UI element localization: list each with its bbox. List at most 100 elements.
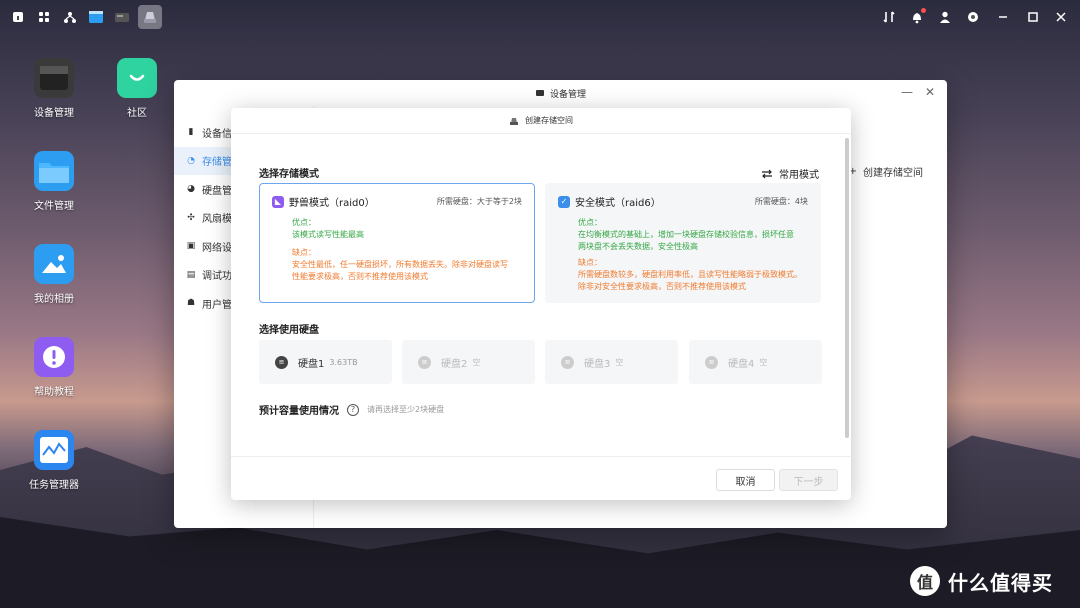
- desktop-item-help[interactable]: 帮助教程: [14, 337, 94, 398]
- device-manager-icon: [34, 58, 74, 98]
- storage-icon: ◔: [187, 155, 195, 166]
- estimate-hint: 请再选择至少2块硬盘: [367, 405, 445, 414]
- disk-capacity: 空: [472, 357, 481, 367]
- watermark-text: 什么值得买: [948, 570, 1053, 595]
- file-window-icon[interactable]: [86, 7, 106, 27]
- modal-body: 选择存储模式 常用模式 ◣ 野兽模式（raid0） 所需硬盘：大于等于2块 优点…: [259, 134, 823, 456]
- folder-icon: [34, 151, 74, 191]
- desktop-item-label: 设备管理: [34, 108, 74, 119]
- disk-option-4[interactable]: ≡ 硬盘4 空: [689, 340, 822, 384]
- window-title: 设备管理: [549, 89, 586, 100]
- disk-capacity: 空: [759, 357, 768, 367]
- task-manager-icon: [34, 430, 74, 470]
- watermark-logo: 值: [910, 566, 940, 596]
- disk-option-1[interactable]: ≡ 硬盘1 3.63TB: [259, 340, 392, 384]
- window-titlebar: 设备管理 — ✕: [174, 80, 947, 106]
- window-close-icon[interactable]: ✕: [925, 85, 935, 99]
- desktop-item-label: 帮助教程: [34, 387, 74, 398]
- cons-title: 缺点：: [292, 248, 316, 257]
- transfer-icon[interactable]: [878, 6, 900, 28]
- desktop-item-label: 任务管理器: [29, 480, 79, 491]
- common-mode-label: 常用模式: [779, 170, 819, 181]
- close-icon[interactable]: [1050, 6, 1072, 28]
- window-minimize-icon[interactable]: —: [901, 85, 913, 99]
- minimize-icon[interactable]: [990, 6, 1016, 28]
- mode-requirement: 所需硬盘：大于等于2块: [436, 197, 522, 206]
- mode-card-raid6[interactable]: ✓ 安全模式（raid6） 所需硬盘：4块 优点： 在均衡模式的基础上，增加一块…: [545, 183, 821, 303]
- sidebar-item-label: 用户管: [202, 299, 232, 311]
- disk-name: 硬盘3: [584, 358, 611, 370]
- desktop-item-label: 我的相册: [34, 294, 74, 305]
- info-icon: ▮: [188, 127, 194, 138]
- taskbar-right: [878, 6, 1072, 28]
- desktop-item-label: 社区: [127, 108, 147, 119]
- disk-option-3[interactable]: ≡ 硬盘3 空: [545, 340, 678, 384]
- next-step-button[interactable]: 下一步: [779, 469, 838, 491]
- pros-title: 优点：: [578, 218, 602, 227]
- estimate-title: 预计容量使用情况: [259, 406, 339, 417]
- mode-name-text: 安全模式（raid6）: [575, 198, 661, 209]
- disk-icon: ≡: [561, 355, 574, 369]
- cons-line: 所需硬盘数较多，硬盘利用率低，且读写性能略弱于极致模式。: [578, 270, 802, 279]
- notification-icon[interactable]: [906, 6, 928, 28]
- sidebar-item-label: 网络设: [202, 242, 232, 254]
- device-icon[interactable]: [112, 7, 132, 27]
- taskbar: [0, 0, 1080, 33]
- taskbar-left: [8, 4, 162, 29]
- common-mode-toggle[interactable]: 常用模式: [761, 166, 819, 181]
- apps-grid-icon[interactable]: [34, 7, 54, 27]
- desktop-item-device-manager[interactable]: 设备管理: [14, 58, 94, 119]
- cancel-button[interactable]: 取消: [716, 469, 775, 491]
- pros-line: 在均衡模式的基础上，增加一块硬盘存储校验信息，损坏任意: [578, 230, 794, 239]
- section-title-mode: 选择存储模式: [259, 169, 319, 180]
- disk-name: 硬盘1: [298, 358, 325, 370]
- network-icon[interactable]: [60, 7, 80, 27]
- disk-capacity: 空: [615, 357, 624, 367]
- beast-mode-icon: ◣: [272, 195, 284, 208]
- desktop-item-photo-album[interactable]: 我的相册: [14, 244, 94, 305]
- sidebar-item-label: 存储管: [202, 157, 232, 169]
- window-controls: — ✕: [901, 85, 935, 99]
- create-storage-modal: 创建存储空间 选择存储模式 常用模式 ◣ 野兽模式（raid0） 所需硬盘：大于…: [231, 108, 851, 500]
- user-icon[interactable]: [934, 6, 956, 28]
- cons-title: 缺点：: [578, 258, 602, 267]
- storage-app-icon: [510, 117, 518, 125]
- disk-capacity: 3.63TB: [329, 357, 358, 367]
- home-icon[interactable]: [8, 7, 28, 27]
- fan-icon: ✣: [187, 212, 195, 223]
- disk-icon: ◕: [187, 184, 195, 195]
- disk-option-2[interactable]: ≡ 硬盘2 空: [402, 340, 535, 384]
- help-icon: [34, 337, 74, 377]
- mode-name: ✓ 安全模式（raid6）: [558, 194, 661, 209]
- pros-line: 该模式读写性能最高: [292, 230, 364, 239]
- modal-scrollbar[interactable]: [845, 138, 849, 438]
- sidebar-item-label: 风扇模: [202, 214, 232, 226]
- modal-titlebar: 创建存储空间: [231, 108, 851, 134]
- storage-app-icon[interactable]: [138, 4, 162, 29]
- cons-line: 安全性最低，任一硬盘损坏，所有数据丢失。除非对硬盘读写: [292, 260, 508, 269]
- notification-badge: [921, 7, 926, 13]
- mode-name-text: 野兽模式（raid0）: [289, 198, 375, 209]
- mode-card-raid0[interactable]: ◣ 野兽模式（raid0） 所需硬盘：大于等于2块 优点： 该模式读写性能最高 …: [259, 183, 535, 303]
- swap-icon: [762, 169, 772, 178]
- settings-icon[interactable]: [962, 6, 984, 28]
- desktop-item-file-manager[interactable]: 文件管理: [14, 151, 94, 212]
- mode-card-header: ✓ 安全模式（raid6） 所需硬盘：4块: [558, 194, 808, 209]
- desktop-item-task-manager[interactable]: 任务管理器: [14, 430, 94, 491]
- users-icon: ☗: [186, 298, 196, 309]
- desktop-item-community[interactable]: 社区: [97, 58, 177, 119]
- disk-icon: ≡: [275, 355, 288, 369]
- question-icon[interactable]: ?: [347, 403, 359, 416]
- create-storage-space-button[interactable]: + 创建存储空间: [849, 164, 923, 179]
- window-app-icon: [535, 90, 544, 96]
- section-title-disks: 选择使用硬盘: [259, 325, 319, 336]
- disk-name: 硬盘2: [441, 358, 468, 370]
- modal-footer: 取消 下一步: [231, 456, 851, 500]
- maximize-icon[interactable]: [1022, 6, 1044, 28]
- community-icon: [117, 58, 157, 98]
- mode-name: ◣ 野兽模式（raid0）: [272, 194, 375, 209]
- desktop-item-label: 文件管理: [34, 201, 74, 212]
- sidebar-item-label: 调试功: [202, 271, 232, 283]
- mode-card-header: ◣ 野兽模式（raid0） 所需硬盘：大于等于2块: [272, 194, 522, 209]
- debug-icon: ▤: [186, 269, 196, 280]
